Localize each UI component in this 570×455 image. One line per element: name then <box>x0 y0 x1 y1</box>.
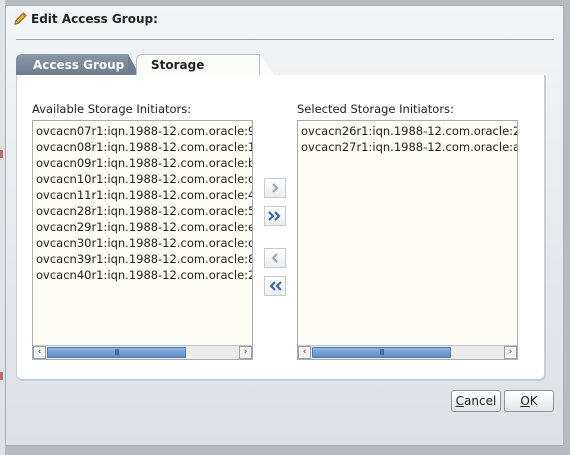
move-selected-button[interactable] <box>264 178 286 198</box>
storage-initiators-panel: Available Storage Initiators: Selected S… <box>16 75 545 380</box>
scrollbar-thumb[interactable]: III <box>312 347 451 358</box>
chevron-left-icon <box>271 253 278 263</box>
cancel-mnemonic: C <box>455 394 465 408</box>
chevron-right-icon <box>272 183 279 193</box>
dialog-title: Edit Access Group: <box>31 12 158 26</box>
title-separator <box>16 39 554 40</box>
ok-label-rest: K <box>529 394 538 408</box>
tab-storage-initiators[interactable]: Storage Initiators <box>136 54 275 92</box>
list-item[interactable]: ovcacn09r1:iqn.1988-12.com.oracle:bf5 <box>36 155 252 171</box>
move-all-button[interactable] <box>264 206 286 226</box>
available-initiators-label: Available Storage Initiators: <box>32 102 192 116</box>
available-items: ovcacn07r1:iqn.1988-12.com.oracle:9ea ovc… <box>36 123 252 283</box>
list-item[interactable]: ovcacn39r1:iqn.1988-12.com.oracle:8f9 <box>36 251 252 267</box>
double-chevron-right-icon <box>268 211 281 221</box>
list-item[interactable]: ovcacn40r1:iqn.1988-12.com.oracle:20c <box>36 267 252 283</box>
selected-items: ovcacn26r1:iqn.1988-12.com.oracle:251 ovc… <box>301 123 517 155</box>
background-page-mark <box>0 372 3 380</box>
available-list-scrollbar[interactable]: ‹ III › <box>33 345 252 359</box>
list-item[interactable]: ovcacn11r1:iqn.1988-12.com.oracle:4b3 <box>36 187 252 203</box>
scroll-left-arrow-icon[interactable]: ‹ <box>298 346 311 359</box>
cancel-button[interactable]: Cancel <box>451 390 501 412</box>
scrollbar-thumb[interactable]: III <box>47 347 186 358</box>
edit-access-group-dialog: Edit Access Group: Access Group Storage … <box>5 5 564 446</box>
pencil-icon <box>14 12 27 25</box>
scroll-right-arrow-icon[interactable]: › <box>239 346 252 359</box>
list-item[interactable]: ovcacn27r1:iqn.1988-12.com.oracle:acf <box>301 139 517 155</box>
list-item[interactable]: ovcacn28r1:iqn.1988-12.com.oracle:5b8 <box>36 203 252 219</box>
background-page-mark <box>0 150 3 158</box>
double-chevron-left-icon <box>269 281 282 291</box>
scroll-right-arrow-icon[interactable]: › <box>504 346 517 359</box>
tab-access-group[interactable]: Access Group <box>16 54 140 76</box>
list-item[interactable]: ovcacn08r1:iqn.1988-12.com.oracle:1ee <box>36 139 252 155</box>
available-initiators-list[interactable]: ovcacn07r1:iqn.1988-12.com.oracle:9ea ovc… <box>32 120 253 360</box>
scroll-left-arrow-icon[interactable]: ‹ <box>33 346 46 359</box>
list-item[interactable]: ovcacn30r1:iqn.1988-12.com.oracle:c75 <box>36 235 252 251</box>
selected-initiators-list[interactable]: ovcacn26r1:iqn.1988-12.com.oracle:251 ovc… <box>297 120 518 360</box>
list-item[interactable]: ovcacn29r1:iqn.1988-12.com.oracle:ecb <box>36 219 252 235</box>
cancel-label-rest: ancel <box>464 394 497 408</box>
ok-mnemonic: O <box>520 394 530 408</box>
remove-all-button[interactable] <box>264 276 286 296</box>
list-item[interactable]: ovcacn07r1:iqn.1988-12.com.oracle:9ea <box>36 123 252 139</box>
list-item[interactable]: ovcacn26r1:iqn.1988-12.com.oracle:251 <box>301 123 517 139</box>
selected-list-scrollbar[interactable]: ‹ III › <box>298 345 517 359</box>
selected-initiators-label: Selected Storage Initiators: <box>297 102 454 116</box>
ok-button[interactable]: OK <box>504 390 554 412</box>
remove-selected-button[interactable] <box>264 248 286 268</box>
list-item[interactable]: ovcacn10r1:iqn.1988-12.com.oracle:cbf <box>36 171 252 187</box>
